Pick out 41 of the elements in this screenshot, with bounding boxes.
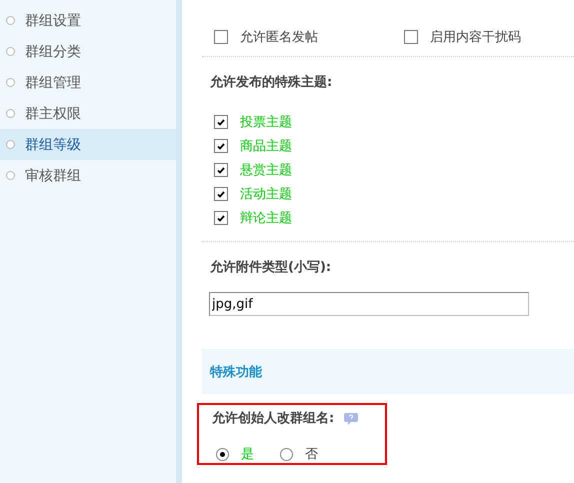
bullet-icon <box>6 47 15 56</box>
bullet-icon <box>6 78 15 87</box>
bullet-icon <box>6 171 15 180</box>
sidebar-item[interactable]: 审核群组 <box>0 160 176 191</box>
help-icon <box>344 412 358 424</box>
check-icon <box>217 142 225 150</box>
checkbox[interactable] <box>214 30 228 44</box>
thread-type-label: 辩论主题 <box>240 210 292 227</box>
radio-button[interactable] <box>216 448 229 460</box>
thread-type-label: 商品主题 <box>240 138 292 155</box>
bullet-icon <box>6 140 15 149</box>
section-heading: 允许发布的特殊主题: <box>210 74 334 91</box>
input-field[interactable]: jpg,gif <box>209 292 529 316</box>
check-icon <box>217 118 225 126</box>
checkbox[interactable] <box>214 187 228 201</box>
check-icon <box>217 190 225 198</box>
thread-type-label: 悬赏主题 <box>240 162 292 179</box>
checkbox[interactable] <box>214 139 228 153</box>
choice-label: 否 <box>305 446 318 463</box>
check-icon <box>217 214 225 222</box>
thread-type-label: 投票主题 <box>240 114 292 131</box>
thread-type-label: 活动主题 <box>240 186 292 203</box>
section-bar: 特殊功能 <box>202 349 574 394</box>
section-heading: 允许附件类型(小写): <box>210 259 332 276</box>
option-label: 启用内容干扰码 <box>430 29 521 46</box>
bullet-icon <box>6 109 15 118</box>
setting-label: 允许创始人改群组名: <box>212 410 334 427</box>
radio-button[interactable] <box>280 448 293 460</box>
sidebar-item[interactable]: 群组等级 <box>0 129 176 160</box>
sidebar-item[interactable]: 群组分类 <box>0 36 176 67</box>
check-icon <box>217 166 225 174</box>
checkbox[interactable] <box>404 30 418 44</box>
choice-label: 是 <box>241 446 254 463</box>
option-label: 允许匿名发帖 <box>240 29 318 46</box>
bullet-icon <box>6 16 15 25</box>
sidebar-item[interactable]: 群主权限 <box>0 98 176 129</box>
checkbox[interactable] <box>214 211 228 225</box>
sidebar-item[interactable]: 群组管理 <box>0 67 176 98</box>
checkbox[interactable] <box>214 115 228 129</box>
sidebar-item[interactable]: 群组设置 <box>0 5 176 36</box>
checkbox[interactable] <box>214 163 228 177</box>
